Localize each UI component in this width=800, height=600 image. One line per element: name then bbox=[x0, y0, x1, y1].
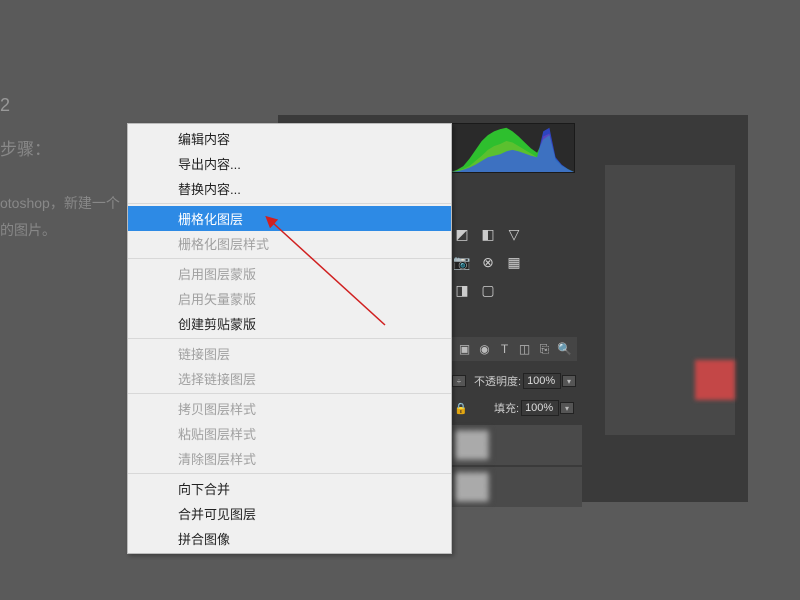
adj-grid-icon[interactable]: ▦ bbox=[504, 253, 524, 271]
histogram-panel[interactable] bbox=[450, 123, 575, 173]
menu-item: 选择链接图层 bbox=[128, 366, 451, 391]
bg-number: 2 bbox=[0, 95, 10, 116]
adj-exposure-icon[interactable]: ◧ bbox=[478, 225, 498, 243]
menu-item[interactable]: 替换内容... bbox=[128, 176, 451, 201]
menu-item[interactable]: 向下合并 bbox=[128, 476, 451, 501]
fill-label: 填充: bbox=[494, 400, 519, 416]
opacity-value[interactable]: 100% bbox=[523, 373, 561, 389]
search-tab-icon[interactable]: 🔍 bbox=[556, 340, 573, 358]
fill-row: 🔒 填充: 100% ▾ bbox=[452, 397, 574, 419]
blend-mode-dropdown[interactable]: ÷ bbox=[452, 375, 466, 387]
adj-diagonal-icon[interactable]: ◩ bbox=[452, 225, 472, 243]
layer-thumb bbox=[454, 429, 490, 461]
adj-triangle-icon[interactable]: ▽ bbox=[504, 225, 524, 243]
type-tab-icon[interactable]: T bbox=[496, 340, 513, 358]
adj-square-icon[interactable]: ▢ bbox=[478, 281, 498, 299]
crop-tab-icon[interactable]: ◫ bbox=[516, 340, 533, 358]
menu-item: 启用矢量蒙版 bbox=[128, 286, 451, 311]
menu-item: 拷贝图层样式 bbox=[128, 396, 451, 421]
layer-item[interactable] bbox=[452, 467, 582, 507]
menu-item[interactable]: 编辑内容 bbox=[128, 126, 451, 151]
adjustments-panel: ◩ ◧ ▽ 📷 ⊗ ▦ ◨ ▢ bbox=[452, 225, 587, 309]
menu-item: 启用图层蒙版 bbox=[128, 261, 451, 286]
fill-value[interactable]: 100% bbox=[521, 400, 559, 416]
lock-icon[interactable]: 🔒 bbox=[452, 399, 470, 417]
channels-tab-icon[interactable]: ◉ bbox=[476, 340, 493, 358]
menu-item: 链接图层 bbox=[128, 341, 451, 366]
link-tab-icon[interactable]: ⎘ bbox=[536, 340, 553, 358]
opacity-dropdown-icon[interactable]: ▾ bbox=[562, 375, 576, 387]
opacity-label: 不透明度: bbox=[474, 373, 521, 389]
layer-thumb bbox=[454, 471, 490, 503]
layers-tabs-row: ▣ ◉ T ◫ ⎘ 🔍 bbox=[452, 337, 577, 361]
layer-item[interactable] bbox=[452, 425, 582, 465]
menu-item: 清除图层样式 bbox=[128, 446, 451, 471]
menu-item[interactable]: 拼合图像 bbox=[128, 526, 451, 551]
adj-invert-icon[interactable]: ◨ bbox=[452, 281, 472, 299]
menu-item[interactable]: 创建剪贴蒙版 bbox=[128, 311, 451, 336]
bg-text-line2: 的图片。 bbox=[0, 220, 56, 240]
layers-tab-icon[interactable]: ▣ bbox=[456, 340, 473, 358]
histogram-chart bbox=[451, 124, 574, 172]
menu-item[interactable]: 导出内容... bbox=[128, 151, 451, 176]
layer-list bbox=[452, 425, 582, 509]
adj-channel-icon[interactable]: ⊗ bbox=[478, 253, 498, 271]
menu-item[interactable]: 合并可见图层 bbox=[128, 501, 451, 526]
opacity-row: ÷ 不透明度: 100% ▾ bbox=[452, 370, 576, 392]
layer-context-menu: 编辑内容导出内容...替换内容... 栅格化图层栅格化图层样式启用图层蒙版启用矢量… bbox=[127, 123, 452, 554]
menu-item: 粘贴图层样式 bbox=[128, 421, 451, 446]
bg-step-label: 步骤： bbox=[0, 135, 51, 160]
adj-camera-icon[interactable]: 📷 bbox=[452, 253, 472, 271]
menu-item: 栅格化图层样式 bbox=[128, 231, 451, 256]
color-swatch[interactable] bbox=[695, 360, 735, 400]
menu-item[interactable]: 栅格化图层 bbox=[128, 206, 451, 231]
fill-dropdown-icon[interactable]: ▾ bbox=[560, 402, 574, 414]
bg-text-line1: otoshop，新建一个 bbox=[0, 193, 120, 213]
